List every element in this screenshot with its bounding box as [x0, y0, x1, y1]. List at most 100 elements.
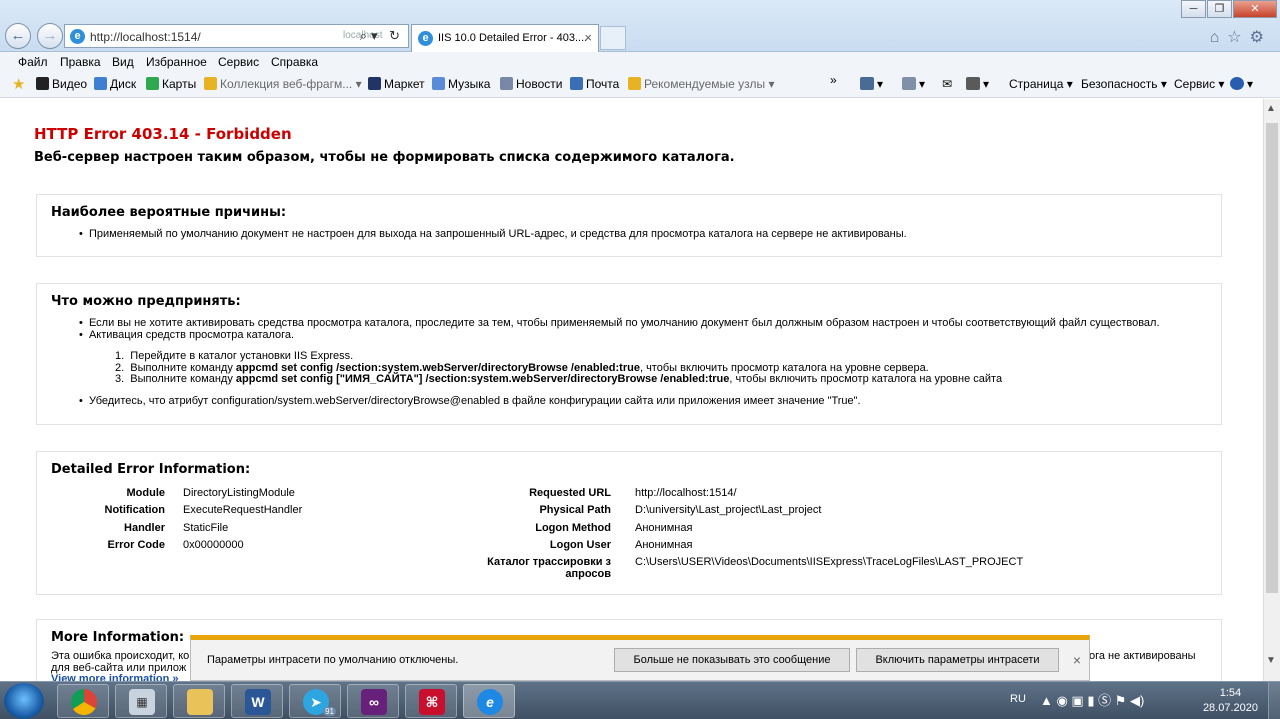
action-step: 3. Выполните команду appcmd set config […	[115, 373, 1003, 385]
help-menu[interactable]: ▾	[1230, 77, 1253, 91]
detail-value: ExecuteRequestHandler	[183, 504, 303, 516]
print-icon[interactable]: ▾	[966, 77, 989, 91]
scroll-up-arrow-icon[interactable]: ▲	[1266, 103, 1276, 114]
taskbar-visual-studio[interactable]: ∞	[347, 684, 399, 718]
windows-taskbar: ▦ W ➤ 91 ∞ ⌘ e RU ▲ ◉ ▣ ▮ Ⓢ ⚑ ◀) 1:54 28…	[0, 681, 1280, 719]
fav-news[interactable]: Новости	[500, 77, 562, 91]
tab-iis-error[interactable]: e IIS 10.0 Detailed Error - 403.... ×	[411, 24, 599, 52]
fav-label: Рекомендуемые узлы ▾	[644, 77, 775, 91]
telegram-unread-badge: 91	[323, 707, 336, 716]
detail-label: Каталог трассировки з апросов	[487, 556, 611, 580]
maximize-button[interactable]: ❐	[1207, 0, 1232, 18]
calculator-icon: ▦	[129, 689, 155, 715]
chevron-more-icon[interactable]: »	[830, 73, 837, 87]
more-info-heading: More Information:	[51, 630, 185, 645]
start-button[interactable]	[4, 683, 44, 719]
fav-music[interactable]: Музыка	[432, 77, 490, 91]
fav-web-slices[interactable]: Коллекция веб-фрагм... ▾	[204, 77, 362, 91]
fav-label: Новости	[516, 77, 563, 91]
detail-value: DirectoryListingModule	[183, 487, 295, 499]
address-url: http://localhost:1514/	[90, 30, 201, 44]
favorites-star-icon[interactable]: ★	[12, 75, 25, 93]
causes-box: Наиболее вероятные причины: • Применяемы…	[36, 194, 1222, 257]
mail-icon[interactable]: ✉	[942, 77, 952, 91]
taskbar-clock[interactable]: 1:54 28.07.2020	[1203, 686, 1258, 716]
ie-icon: e	[477, 689, 503, 715]
detail-value: Анонимная	[635, 539, 693, 551]
menu-help[interactable]: Справка	[271, 55, 318, 69]
taskbar-explorer[interactable]	[173, 684, 225, 718]
taskbar-acrobat[interactable]: ⌘	[405, 684, 457, 718]
detail-value: StaticFile	[183, 522, 229, 534]
notification-close-icon[interactable]: ×	[1073, 652, 1081, 668]
help-menu-label: ▾	[1247, 77, 1254, 91]
back-button[interactable]: ←	[5, 23, 31, 49]
page-menu[interactable]: Страница ▾	[1009, 77, 1073, 91]
fav-disk[interactable]: Диск	[94, 77, 136, 91]
taskbar-internet-explorer[interactable]: e	[463, 684, 515, 718]
menu-file[interactable]: Файл	[18, 55, 48, 69]
safety-menu[interactable]: Безопасность ▾	[1081, 77, 1167, 91]
detail-label: Error Code	[107, 539, 165, 551]
fav-video[interactable]: Видео	[36, 77, 87, 91]
taskbar-chrome[interactable]	[57, 684, 109, 718]
taskbar-telegram[interactable]: ➤ 91	[289, 684, 341, 718]
fav-market[interactable]: Маркет	[368, 77, 425, 91]
taskbar-word[interactable]: W	[231, 684, 283, 718]
dont-show-again-button[interactable]: Больше не показывать это сообщение	[614, 648, 850, 672]
visual-studio-icon: ∞	[361, 689, 387, 715]
language-indicator[interactable]: RU	[1010, 693, 1026, 705]
chrome-icon	[71, 689, 97, 715]
tab-title: IIS 10.0 Detailed Error - 403....	[438, 32, 588, 44]
pdf-icon: ⌘	[419, 689, 445, 715]
detail-value: D:\university\Last_project\Last_project	[635, 504, 822, 516]
home-icon[interactable]: ▾	[860, 77, 883, 91]
minimize-button[interactable]: ─	[1181, 0, 1206, 18]
action-item: • Активация средств просмотра каталога.	[79, 329, 295, 341]
menu-edit[interactable]: Правка	[60, 55, 101, 69]
notification-message: Параметры интрасети по умолчанию отключе…	[207, 654, 459, 666]
clock-time: 1:54	[1219, 687, 1242, 699]
show-desktop-button[interactable]	[1268, 682, 1280, 719]
menu-view[interactable]: Вид	[112, 55, 134, 69]
tray-icons[interactable]: ▲ ◉ ▣ ▮ Ⓢ ⚑ ◀)	[1040, 690, 1144, 709]
taskbar-calculator[interactable]: ▦	[115, 684, 167, 718]
fav-mail[interactable]: Почта	[570, 77, 619, 91]
rss-feeds-icon[interactable]: ▾	[902, 77, 925, 91]
detail-value: 0x00000000	[183, 539, 244, 551]
ie-tab-icon: e	[418, 31, 433, 46]
tab-close-icon[interactable]: ×	[584, 30, 592, 45]
enable-intranet-settings-button[interactable]: Включить параметры интрасети	[856, 648, 1059, 672]
scroll-thumb[interactable]	[1266, 123, 1278, 593]
new-tab-button[interactable]	[600, 26, 626, 50]
home-favorites-settings-icons[interactable]: ⌂☆⚙	[1210, 27, 1272, 47]
address-bar[interactable]: e http://localhost:1514/ localhost ⌕▾ ↻	[64, 24, 409, 48]
view-more-info-link[interactable]: View more information »	[51, 673, 179, 681]
browser-title-bar: ← → e http://localhost:1514/ localhost ⌕…	[0, 0, 1280, 52]
action-item: • Если вы не хотите активировать средств…	[79, 317, 1160, 329]
action-step-text: , чтобы включить просмотр каталога на ур…	[729, 373, 1003, 385]
causes-heading: Наиболее вероятные причины:	[51, 205, 287, 220]
detail-label: Logon Method	[535, 522, 611, 534]
clock-date: 28.07.2020	[1202, 702, 1258, 714]
detail-label: Logon User	[549, 539, 611, 551]
menu-bar: Файл Правка Вид Избранное Сервис Справка	[0, 52, 1280, 72]
search-refresh-icon[interactable]: ⌕▾ ↻	[360, 28, 404, 44]
scroll-down-arrow-icon[interactable]: ▼	[1266, 655, 1276, 666]
actions-box: Что можно предпринять: • Если вы не хоти…	[36, 283, 1222, 425]
menu-tools[interactable]: Сервис	[218, 55, 259, 69]
tools-menu[interactable]: Сервис ▾	[1174, 77, 1224, 91]
vertical-scrollbar[interactable]: ▲ ▼	[1263, 99, 1280, 681]
more-info-text: ога не активированы	[1089, 650, 1196, 662]
more-info-text: Эта ошибка происходит, ко	[51, 650, 190, 662]
menu-favorites[interactable]: Избранное	[146, 55, 207, 69]
fav-label: Коллекция веб-фрагм... ▾	[220, 77, 362, 91]
details-heading: Detailed Error Information:	[51, 462, 251, 477]
details-box: Detailed Error Information: Module Direc…	[36, 451, 1222, 595]
action-item-text: Если вы не хотите активировать средства …	[88, 317, 1160, 329]
forward-button[interactable]: →	[37, 23, 63, 49]
close-window-button[interactable]: ✕	[1233, 0, 1277, 18]
fav-suggested-sites[interactable]: Рекомендуемые узлы ▾	[628, 77, 775, 91]
action-step: 1. Перейдите в каталог установки IIS Exp…	[115, 350, 354, 362]
fav-maps[interactable]: Карты	[146, 77, 196, 91]
